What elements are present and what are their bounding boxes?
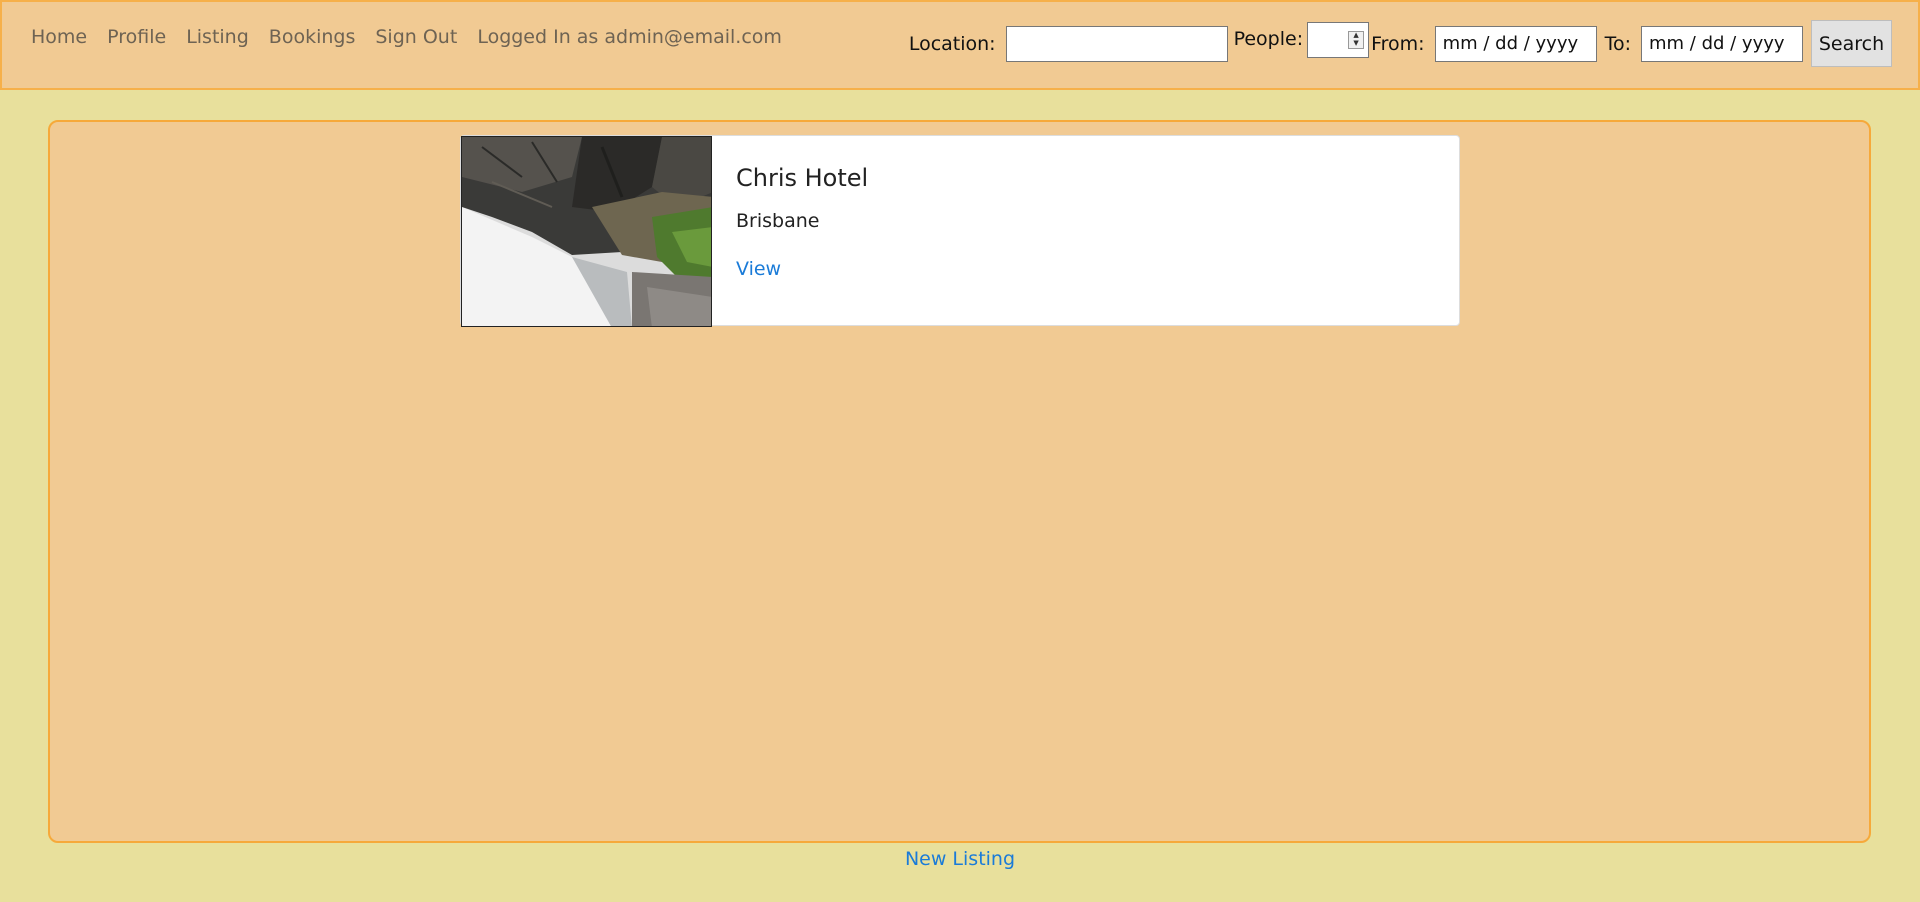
to-label: To: — [1604, 32, 1631, 55]
location-input[interactable] — [1005, 25, 1228, 62]
stepper-down-icon[interactable]: ▼ — [1353, 40, 1358, 47]
top-navbar: Home Profile Listing Bookings Sign Out L… — [0, 0, 1920, 90]
cliff-coast-photo — [462, 137, 711, 326]
to-date-input[interactable]: mm / dd / yyyy — [1641, 25, 1803, 62]
listing-thumbnail — [461, 136, 712, 327]
people-input[interactable]: ▲ ▼ — [1307, 21, 1370, 58]
listing-location: Brisbane — [736, 210, 820, 232]
people-label: People: — [1233, 27, 1304, 50]
listing-view-link[interactable]: View — [736, 258, 868, 280]
listing-card: Chris Hotel Brisbane View — [460, 135, 1460, 327]
from-date-input[interactable]: mm / dd / yyyy — [1434, 25, 1597, 62]
nav-profile-link[interactable]: Profile — [107, 26, 166, 48]
new-listing-container: New Listing — [0, 848, 1920, 870]
nav-links: Home Profile Listing Bookings Sign Out L… — [31, 26, 782, 48]
people-stepper[interactable]: ▲ ▼ — [1348, 30, 1365, 49]
nav-listing-link[interactable]: Listing — [186, 26, 249, 48]
location-label: Location: — [908, 32, 996, 55]
stepper-up-icon[interactable]: ▲ — [1353, 32, 1358, 39]
new-listing-link[interactable]: New Listing — [905, 848, 1015, 870]
logged-in-status: Logged In as admin@email.com — [477, 26, 782, 48]
search-button[interactable]: Search — [1811, 20, 1892, 67]
nav-sign-out-link[interactable]: Sign Out — [375, 26, 457, 48]
search-form: Location: People: ▲ ▼ From: mm / dd / yy… — [909, 20, 1892, 67]
nav-home-link[interactable]: Home — [31, 26, 87, 48]
listing-body: Chris Hotel Brisbane View — [712, 136, 892, 325]
nav-bookings-link[interactable]: Bookings — [269, 26, 356, 48]
from-label: From: — [1371, 32, 1425, 55]
listing-title: Chris Hotel — [736, 164, 869, 192]
